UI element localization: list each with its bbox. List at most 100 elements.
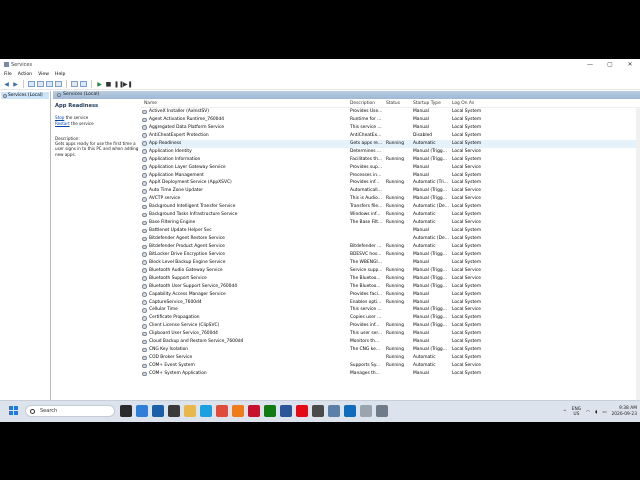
minimize-button[interactable]: —: [580, 59, 600, 71]
table-row[interactable]: Application Information Facilitates th...…: [141, 156, 640, 164]
view-icon[interactable]: [80, 81, 87, 87]
photos-app-icon[interactable]: [152, 405, 164, 417]
service-name-cell: Aggregated Data Platform Service: [149, 124, 225, 130]
table-row[interactable]: Auto Time Zone Updater Automaticall... Man…: [141, 187, 640, 195]
table-row[interactable]: Background Tasks Infrastructure Service W…: [141, 211, 640, 219]
services-taskbar-icon[interactable]: [328, 405, 340, 417]
edge-browser-icon[interactable]: [200, 405, 212, 417]
outlook-app-icon[interactable]: [344, 405, 356, 417]
table-row[interactable]: Capability Access Manager Service Provide…: [141, 291, 640, 299]
xbox-app-icon[interactable]: [264, 405, 276, 417]
vertical-scrollbar[interactable]: [636, 107, 640, 412]
table-row[interactable]: ActiveX Installer (AxInstSV) Provides Use…: [141, 108, 640, 116]
table-row[interactable]: Clipboard User Service_7600d4 This user s…: [141, 330, 640, 338]
volume-icon[interactable]: ◖: [595, 410, 597, 415]
table-row[interactable]: COM+ Event System Supports Sy... Running Au…: [141, 362, 640, 370]
column-header-startup-type[interactable]: Startup Type: [413, 99, 441, 108]
notepad-app-icon[interactable]: [360, 405, 372, 417]
forward-arrow-icon[interactable]: ▶: [12, 81, 19, 88]
netflix-app-icon[interactable]: [296, 405, 308, 417]
table-row[interactable]: Certificate Propagation Copies user ... Ma…: [141, 314, 640, 322]
table-row[interactable]: Cloud Backup and Restore Service_7600d4 M…: [141, 338, 640, 346]
service-startup-cell: Manual (Trigg...: [413, 156, 447, 162]
windows-start-icon[interactable]: [9, 406, 18, 415]
settings-gear-icon[interactable]: [376, 405, 388, 417]
service-logon-cell: Local System: [452, 283, 482, 289]
help-icon[interactable]: [71, 81, 78, 87]
service-gear-icon: [142, 220, 147, 226]
table-row[interactable]: Bluetooth Support Service The Bluetoo... R…: [141, 275, 640, 283]
office-app-icon[interactable]: [280, 405, 292, 417]
table-row[interactable]: Bitdefender Product Agent Service Bitdefe…: [141, 243, 640, 251]
close-button[interactable]: ✕: [620, 59, 640, 71]
table-row[interactable]: Client License Service (ClipSVC) Provides…: [141, 322, 640, 330]
chrome-browser-icon[interactable]: [216, 405, 228, 417]
table-row[interactable]: Base Filtering Engine The Base Filt... Run…: [141, 219, 640, 227]
table-row[interactable]: Application Management Processes in... Man…: [141, 172, 640, 180]
service-name-cell: Block Level Backup Engine Service: [149, 259, 226, 265]
table-row[interactable]: Agent Activation Runtime_7600d4 Runtime f…: [141, 116, 640, 124]
store-app-icon[interactable]: [136, 405, 148, 417]
restart-service-link[interactable]: Restart: [55, 121, 70, 126]
restart-service-icon[interactable]: ▶❚: [123, 81, 133, 88]
table-row[interactable]: Application Identity Determines ... Manual…: [141, 148, 640, 156]
table-row[interactable]: COM+ System Application Manages th... Manu…: [141, 370, 640, 378]
battery-icon[interactable]: ▭: [602, 410, 606, 415]
service-gear-icon: [142, 323, 147, 329]
table-row[interactable]: AntiCheatExpert Protection AntiCheatEx...…: [141, 132, 640, 140]
tray-chevron-icon[interactable]: ^: [563, 410, 567, 415]
export-list-icon[interactable]: [55, 81, 62, 87]
clock[interactable]: 9:38 AM 2026-09-23: [611, 406, 637, 418]
maximize-button[interactable]: ▢: [600, 59, 620, 71]
table-row[interactable]: CNG Key Isolation The CNG ke... Running Man…: [141, 346, 640, 354]
refresh-icon[interactable]: [46, 81, 53, 87]
table-row[interactable]: COD Broker Service Running Automatic Local …: [141, 354, 640, 362]
menu-action[interactable]: Action: [18, 71, 32, 79]
table-row[interactable]: CaptureService_7600d4 Enables opti... Runn…: [141, 299, 640, 307]
service-status-cell: Running: [386, 196, 404, 202]
file-explorer-icon[interactable]: [184, 405, 196, 417]
menu-file[interactable]: File: [4, 71, 12, 79]
table-row[interactable]: Bluetooth User Support Service_7600d4 The…: [141, 283, 640, 291]
service-startup-cell: Manual (Trigg...: [413, 196, 447, 202]
menu-help[interactable]: Help: [55, 71, 65, 79]
table-row[interactable]: Block Level Backup Engine Service The WBE…: [141, 259, 640, 267]
column-header-description[interactable]: Description: [350, 99, 375, 108]
back-arrow-icon[interactable]: ◀: [3, 81, 10, 88]
table-row[interactable]: Bluetooth Audio Gateway Service Service s…: [141, 267, 640, 275]
service-logon-cell: Local System: [452, 331, 482, 337]
table-row[interactable]: Cellular Time This service ... Manual (Tri…: [141, 306, 640, 314]
properties-icon[interactable]: [37, 81, 44, 87]
column-header-name[interactable]: Name: [144, 99, 157, 108]
wifi-icon[interactable]: ◠: [586, 410, 590, 415]
game-app-icon[interactable]: [248, 405, 260, 417]
stop-service-link[interactable]: Stop: [55, 115, 64, 120]
task-view-icon[interactable]: [120, 405, 132, 417]
table-row[interactable]: AppX Deployment Service (AppXSVC) Provide…: [141, 179, 640, 187]
column-header-logon[interactable]: Log On As: [452, 99, 474, 108]
service-name-cell: COM+ System Application: [149, 370, 207, 376]
table-row[interactable]: App Readiness Gets apps re... Running Autom…: [141, 139, 640, 148]
pause-service-icon[interactable]: ❚❚: [114, 81, 124, 88]
service-gear-icon: [142, 260, 147, 265]
table-row[interactable]: AVCTP service This is Audio... Running Manu…: [141, 195, 640, 203]
start-service-icon[interactable]: ▶: [96, 81, 103, 88]
table-row[interactable]: Application Layer Gateway Service Provide…: [141, 164, 640, 172]
taskbar-search-box[interactable]: Search: [25, 405, 115, 417]
menu-view[interactable]: View: [38, 71, 49, 79]
firefox-browser-icon[interactable]: [232, 405, 244, 417]
table-row[interactable]: BitLocker Drive Encryption Service BDESVC…: [141, 251, 640, 259]
language-indicator[interactable]: ENG US: [572, 407, 581, 417]
stop-service-icon[interactable]: ■: [105, 81, 112, 88]
show-hide-tree-icon[interactable]: [28, 81, 35, 87]
service-status-cell: Running: [386, 267, 404, 273]
table-row[interactable]: Background Intelligent Transfer Service T…: [141, 203, 640, 211]
tree-node-services-local[interactable]: Services (Local): [1, 92, 49, 99]
column-header-status[interactable]: Status: [386, 99, 400, 108]
table-row[interactable]: Battlenet Update Helper Svc Manual Local S…: [141, 227, 640, 235]
table-row[interactable]: Aggregated Data Platform Service This ser…: [141, 124, 640, 132]
service-startup-cell: Disabled: [413, 132, 433, 138]
terminal-app-icon[interactable]: [312, 405, 324, 417]
media-app-icon[interactable]: [168, 405, 180, 417]
table-row[interactable]: Bitdefender Agent Restore Service Automat…: [141, 235, 640, 243]
